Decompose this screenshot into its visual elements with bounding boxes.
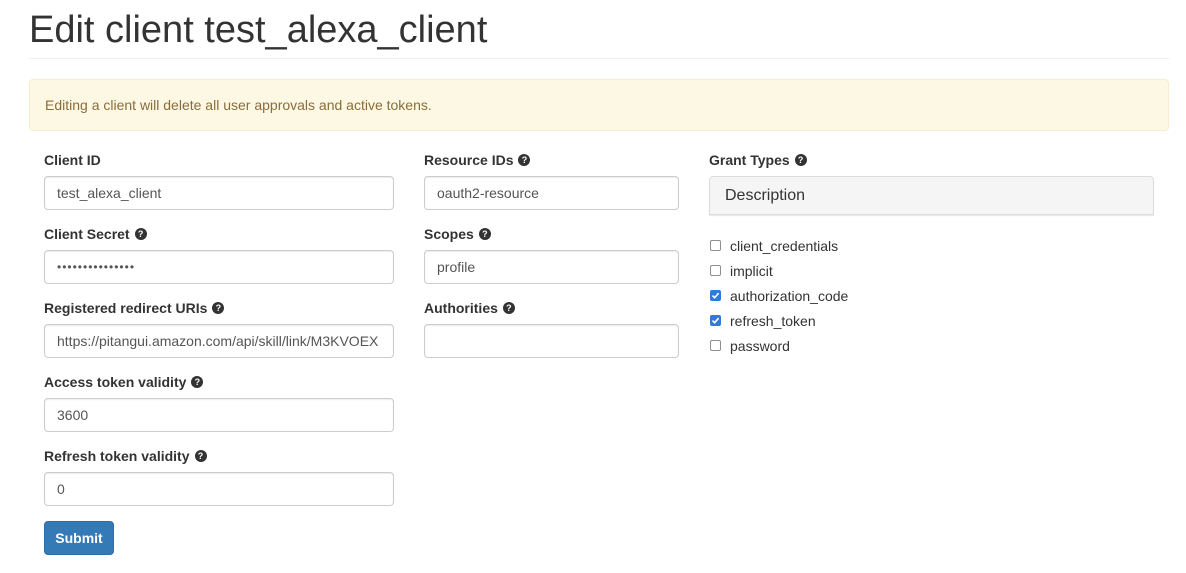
title-divider — [29, 58, 1169, 59]
redirect-uris-label: Registered redirect URIs? — [44, 298, 394, 318]
help-icon[interactable]: ? — [191, 376, 204, 388]
client-form-column-2: Resource IDs? Scopes? Authorities? — [424, 150, 679, 372]
scopes-input[interactable] — [424, 250, 679, 284]
grant-type-label[interactable]: password — [730, 338, 790, 354]
warning-alert: Editing a client will delete all user ap… — [29, 79, 1169, 131]
grant-type-label[interactable]: refresh_token — [730, 313, 816, 329]
access-token-validity-group: Access token validity? — [44, 372, 394, 446]
grant-type-implicit[interactable]: implicit — [709, 258, 1154, 283]
redirect-uris-group: Registered redirect URIs? — [44, 298, 394, 372]
resource-ids-input[interactable] — [424, 176, 679, 210]
grant-type-checkbox[interactable] — [710, 240, 721, 251]
grant-type-checkbox[interactable] — [710, 265, 721, 276]
client-form-column-1: Client ID Client Secret? Registered redi… — [44, 150, 394, 520]
grant-type-checkbox[interactable] — [710, 290, 721, 301]
help-icon[interactable]: ? — [212, 302, 225, 314]
submit-button[interactable]: Submit — [44, 521, 114, 555]
authorities-label: Authorities? — [424, 298, 679, 318]
help-icon[interactable]: ? — [478, 228, 491, 240]
grant-types-list: client_credentials implicit authorizatio… — [709, 233, 1154, 358]
page-title: Edit client test_alexa_client — [29, 9, 488, 51]
refresh-token-validity-group: Refresh token validity? — [44, 446, 394, 520]
grant-type-label[interactable]: client_credentials — [730, 238, 838, 254]
authorities-group: Authorities? — [424, 298, 679, 372]
access-token-validity-label: Access token validity? — [44, 372, 394, 392]
grant-types-panel-heading: Description — [709, 176, 1154, 215]
authorities-input[interactable] — [424, 324, 679, 358]
help-icon[interactable]: ? — [794, 154, 807, 166]
client-secret-group: Client Secret? — [44, 224, 394, 298]
grant-type-authorization-code[interactable]: authorization_code — [709, 283, 1154, 308]
grant-type-refresh-token[interactable]: refresh_token — [709, 308, 1154, 333]
grant-type-checkbox[interactable] — [710, 340, 721, 351]
redirect-uris-input[interactable] — [44, 324, 394, 358]
client-id-input[interactable] — [44, 176, 394, 210]
checkmark-icon — [711, 317, 720, 324]
grant-type-client-credentials[interactable]: client_credentials — [709, 233, 1154, 258]
grant-types-column: Grant Types? Description client_credenti… — [709, 150, 1154, 358]
refresh-token-validity-label: Refresh token validity? — [44, 446, 394, 466]
help-icon[interactable]: ? — [518, 154, 531, 166]
help-icon[interactable]: ? — [194, 450, 207, 462]
checkmark-icon — [711, 292, 720, 299]
resource-ids-group: Resource IDs? — [424, 150, 679, 224]
alert-text: Editing a client will delete all user ap… — [45, 97, 432, 113]
access-token-validity-input[interactable] — [44, 398, 394, 432]
client-secret-label: Client Secret? — [44, 224, 394, 244]
scopes-group: Scopes? — [424, 224, 679, 298]
grant-types-label: Grant Types? — [709, 150, 1154, 170]
grant-type-label[interactable]: implicit — [730, 263, 773, 279]
resource-ids-label: Resource IDs? — [424, 150, 679, 170]
help-icon[interactable]: ? — [134, 228, 147, 240]
grant-type-checkbox[interactable] — [710, 315, 721, 326]
scopes-label: Scopes? — [424, 224, 679, 244]
panel-heading-text: Description — [725, 186, 806, 204]
client-id-label: Client ID — [44, 152, 101, 168]
refresh-token-validity-input[interactable] — [44, 472, 394, 506]
grant-type-label[interactable]: authorization_code — [730, 288, 848, 304]
help-icon[interactable]: ? — [502, 302, 515, 314]
client-secret-input[interactable] — [44, 250, 394, 284]
client-id-group: Client ID — [44, 150, 394, 224]
grant-type-password[interactable]: password — [709, 333, 1154, 358]
